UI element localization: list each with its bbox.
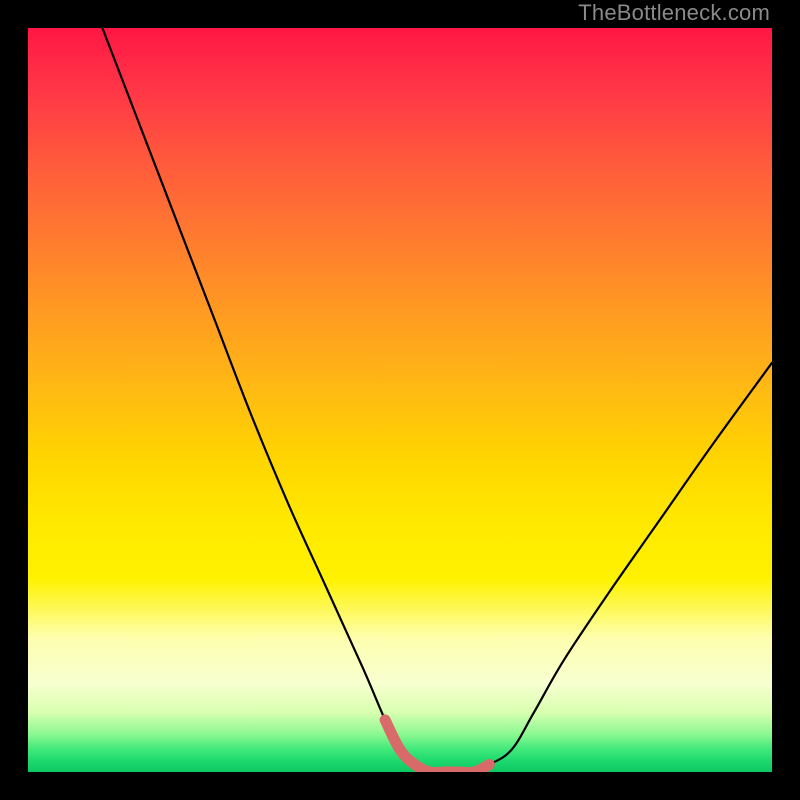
curve-group xyxy=(102,28,772,772)
plot-area xyxy=(28,28,772,772)
bottleneck-curve xyxy=(102,28,772,772)
watermark-text: TheBottleneck.com xyxy=(578,0,770,26)
chart-container: TheBottleneck.com xyxy=(0,0,800,800)
chart-svg xyxy=(28,28,772,772)
trough-highlight xyxy=(385,720,489,772)
